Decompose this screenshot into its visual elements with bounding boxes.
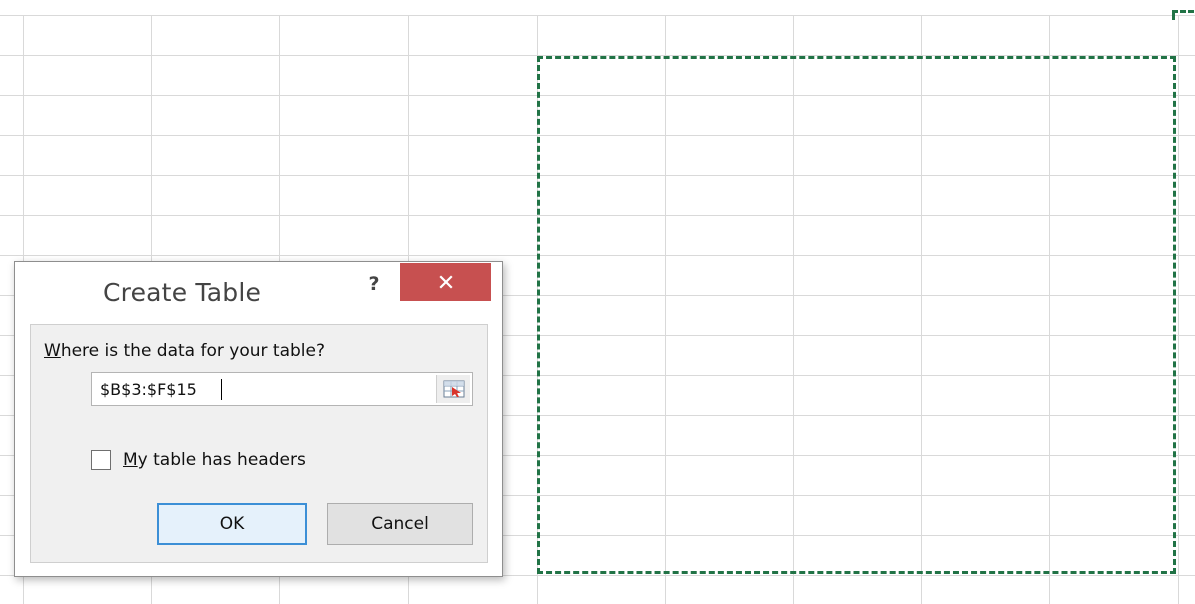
close-button[interactable] bbox=[400, 263, 491, 301]
headers-checkbox[interactable] bbox=[91, 450, 111, 470]
cancel-button[interactable]: Cancel bbox=[327, 503, 473, 545]
close-icon bbox=[438, 275, 453, 289]
grid-row-line bbox=[0, 15, 1195, 16]
range-prompt-label: Where is the data for your table? bbox=[44, 341, 325, 361]
dialog-titlebar[interactable]: Create Table ? bbox=[15, 262, 502, 324]
help-icon: ? bbox=[368, 273, 380, 295]
range-input[interactable] bbox=[92, 373, 432, 405]
dialog-body: Where is the data for your table? $B$3:$… bbox=[30, 324, 488, 563]
help-button[interactable]: ? bbox=[359, 266, 389, 302]
ok-button[interactable]: OK bbox=[157, 503, 307, 545]
range-selector-icon bbox=[443, 380, 464, 398]
grid-column-line bbox=[1178, 15, 1179, 604]
excel-window: Create Table ? Where is the data for you… bbox=[0, 0, 1195, 604]
headers-checkbox-label: My table has headers bbox=[123, 450, 306, 470]
checkbox-text: y table has headers bbox=[137, 450, 306, 470]
range-field[interactable] bbox=[91, 372, 473, 406]
checkbox-mnemonic: M bbox=[123, 450, 138, 470]
selection-marquee bbox=[537, 56, 1176, 574]
text-caret bbox=[221, 379, 222, 400]
collapse-dialog-button[interactable] bbox=[436, 375, 470, 403]
partial-marquee-top-right bbox=[1172, 10, 1195, 20]
dialog-title: Create Table bbox=[103, 278, 262, 307]
prompt-text: here is the data for your table? bbox=[60, 341, 325, 361]
create-table-dialog: Create Table ? Where is the data for you… bbox=[14, 261, 503, 577]
headers-checkbox-row[interactable]: My table has headers bbox=[91, 447, 306, 473]
prompt-mnemonic: W bbox=[44, 341, 61, 361]
